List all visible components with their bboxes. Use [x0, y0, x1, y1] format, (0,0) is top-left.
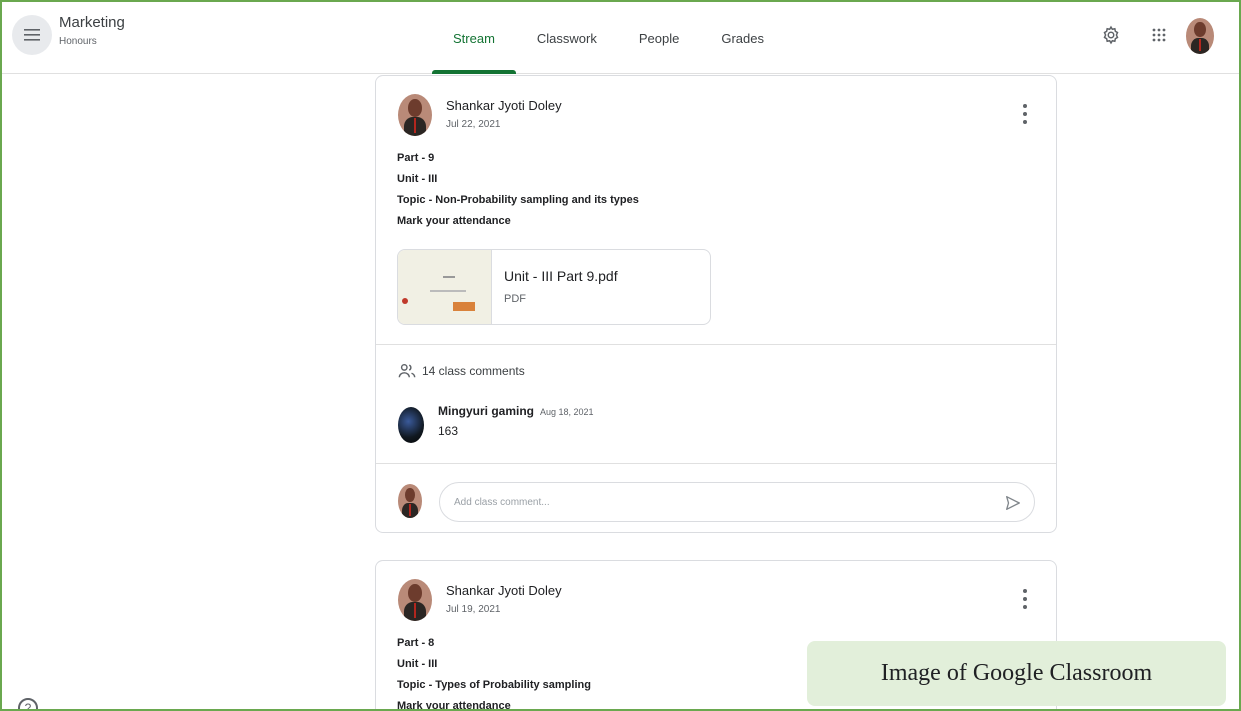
account-avatar[interactable] — [1186, 18, 1214, 54]
post-date: Jul 22, 2021 — [446, 119, 501, 130]
class-comment: Mingyuri gaming Aug 18, 2021 163 — [376, 397, 1056, 463]
comment-author: Mingyuri gaming — [438, 404, 534, 418]
post-author: Shankar Jyoti Doley — [446, 583, 562, 598]
stream-post: Shankar Jyoti Doley Jul 22, 2021 Part - … — [375, 75, 1057, 533]
tab-grades[interactable]: Grades — [700, 2, 785, 74]
post-options-button[interactable] — [1022, 589, 1028, 609]
post-options-button[interactable] — [1022, 104, 1028, 124]
attachment-title: Unit - III Part 9.pdf — [504, 268, 618, 284]
top-app-bar: Marketing Honours Stream Classwork Peopl… — [2, 2, 1239, 74]
post-line: Mark your attendance — [397, 215, 511, 227]
tab-stream[interactable]: Stream — [432, 2, 516, 74]
post-date: Jul 19, 2021 — [446, 604, 501, 615]
help-button[interactable]: ? — [18, 698, 38, 709]
comment-meta: Mingyuri gaming Aug 18, 2021 — [438, 404, 594, 418]
more-vert-icon — [1023, 589, 1027, 593]
author-avatar — [398, 579, 432, 621]
tab-classwork[interactable]: Classwork — [516, 2, 618, 74]
class-name[interactable]: Marketing — [59, 14, 125, 31]
my-avatar — [398, 484, 422, 518]
people-icon — [398, 363, 416, 378]
class-tabs: Stream Classwork People Grades — [432, 2, 785, 74]
post-line: Part - 9 — [397, 152, 435, 164]
pdf-attachment[interactable]: Unit - III Part 9.pdf PDF — [397, 249, 711, 325]
main-menu-button[interactable] — [12, 15, 52, 55]
attachment-type: PDF — [504, 293, 526, 305]
apps-button[interactable] — [1148, 24, 1170, 46]
post-header: Shankar Jyoti Doley Jul 19, 2021 — [376, 561, 1056, 633]
more-vert-icon — [1023, 104, 1027, 108]
post-line: Unit - III — [397, 173, 438, 185]
class-comments-link[interactable]: 14 class comments — [376, 345, 1056, 397]
post-header: Shankar Jyoti Doley Jul 22, 2021 — [376, 76, 1056, 148]
post-author: Shankar Jyoti Doley — [446, 98, 562, 113]
comment-text: 163 — [438, 424, 459, 438]
add-comment-input[interactable]: Add class comment... — [439, 482, 1035, 522]
apps-grid-icon — [1152, 28, 1166, 42]
comment-date: Aug 18, 2021 — [540, 407, 594, 417]
settings-button[interactable] — [1100, 24, 1122, 46]
class-section: Honours — [59, 36, 97, 47]
attachment-thumbnail — [398, 250, 492, 324]
commenter-avatar — [398, 407, 424, 443]
classroom-window: Marketing Honours Stream Classwork Peopl… — [0, 0, 1241, 711]
tab-people[interactable]: People — [618, 2, 700, 74]
post-line: Topic - Non-Probability sampling and its… — [397, 194, 639, 206]
send-icon[interactable] — [1004, 494, 1022, 512]
image-caption: Image of Google Classroom — [807, 641, 1226, 706]
author-avatar — [398, 94, 432, 136]
add-comment-placeholder: Add class comment... — [454, 496, 550, 508]
comment-composer: Add class comment... — [376, 464, 1056, 532]
post-text: Part - 9 Unit - III Topic - Non-Probabil… — [376, 148, 1056, 232]
comments-count-label: 14 class comments — [422, 364, 525, 378]
settings-icon — [1103, 25, 1119, 45]
menu-icon — [24, 29, 40, 41]
